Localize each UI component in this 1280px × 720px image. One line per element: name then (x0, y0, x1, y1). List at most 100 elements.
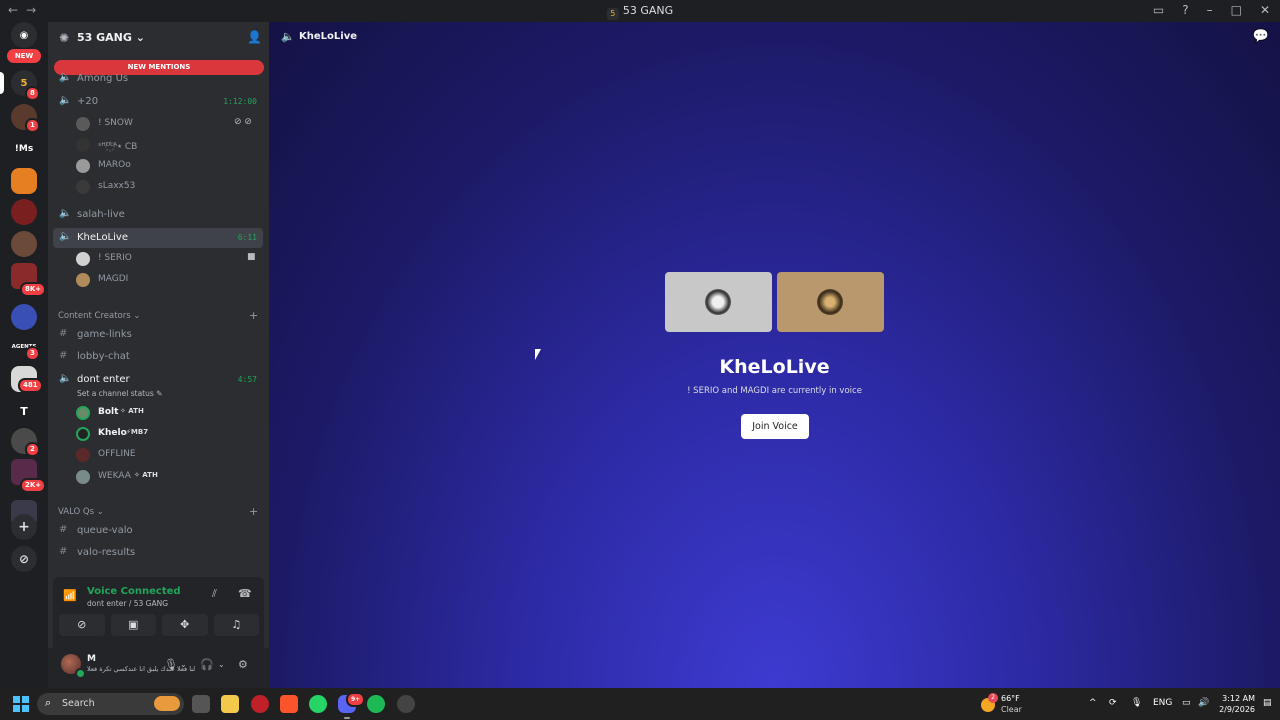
channel-valo-results[interactable]: # valo-results (53, 543, 263, 563)
voice-status-title[interactable]: Voice Connected (87, 586, 181, 597)
soundboard-icon: ♫ (231, 618, 242, 631)
speaker-live-icon: 🔈 (59, 231, 72, 242)
clock-date: 2/9/2026 (1219, 705, 1255, 714)
voice-timer: 6:11 (237, 233, 257, 242)
channel-status[interactable]: Set a channel status ✎ (77, 389, 162, 398)
server-icon-4[interactable] (11, 168, 37, 194)
volume-icon[interactable]: 🔊 (1198, 698, 1209, 708)
avatar (76, 138, 90, 152)
app-icon-red[interactable] (251, 695, 269, 713)
taskbar-search[interactable]: ⌕ Search (37, 693, 184, 715)
chevron-down-icon[interactable]: ⌄ (218, 660, 225, 669)
server-ms[interactable]: !Ms (11, 136, 37, 162)
user-display-name[interactable]: M (87, 654, 96, 664)
chevron-up-icon[interactable]: ^ (1089, 698, 1097, 708)
add-user-icon[interactable]: 👤 (247, 30, 262, 44)
file-explorer-icon[interactable] (221, 695, 239, 713)
server-header[interactable]: ✺ 53 GANG ⌄ 👤 (48, 22, 269, 52)
noise-suppression-icon[interactable]: ⫽ (212, 587, 217, 601)
server-icon-8[interactable] (11, 304, 37, 330)
server-name: 53 GANG ⌄ (77, 31, 145, 44)
minimize-icon[interactable]: – (1207, 3, 1213, 17)
voice-status-channel[interactable]: dont enter / 53 GANG (87, 599, 168, 608)
join-voice-button[interactable]: Join Voice (741, 414, 809, 439)
voice-user[interactable]: ! SNOW ⊘ ⊘ (76, 115, 256, 134)
signal-icon[interactable]: 📶 (63, 589, 77, 602)
channel-dont-enter[interactable]: 🔈 dont enter 4:57 (53, 370, 263, 390)
server-icon-5[interactable] (11, 199, 37, 225)
speaker-icon: 🔈 (59, 72, 72, 83)
selected-indicator (0, 72, 4, 94)
participant-tile-magdi[interactable] (777, 272, 884, 332)
user-settings-icon[interactable]: ⚙ (238, 658, 248, 671)
add-channel-icon[interactable]: + (249, 505, 258, 518)
avatar (76, 159, 90, 173)
channel-plus20[interactable]: 🔈 +20 1:12:00 (53, 92, 263, 112)
clock[interactable]: 3:12 AM 2/9/2026 (1215, 693, 1255, 715)
channel-sidebar: ✺ 53 GANG ⌄ 👤 NEW MENTIONS 🔈 Among Us 🔈 … (48, 22, 269, 688)
server-icon-6[interactable] (11, 231, 37, 257)
server-settings-icon: ✺ (59, 31, 70, 45)
avatar (76, 273, 90, 287)
chat-bubble-icon[interactable]: 💬 (1253, 29, 1269, 44)
screen-share-button[interactable]: ▣ (110, 614, 156, 636)
spotify-icon[interactable] (367, 695, 385, 713)
add-server-icon[interactable]: + (11, 514, 37, 540)
close-icon[interactable]: ✕ (1260, 3, 1270, 17)
start-icon[interactable] (13, 696, 29, 712)
sync-icon[interactable]: ⟳ (1109, 698, 1117, 708)
soundboard-button[interactable]: ♫ (213, 614, 259, 636)
channel-label: dont enter (77, 374, 130, 385)
channel-salah-live[interactable]: 🔈 salah-live (53, 205, 263, 225)
hash-icon: # (59, 350, 68, 361)
voice-channel-subtitle: ! SERIO and MAGDI are currently in voice (687, 386, 862, 396)
avatar (705, 289, 731, 315)
voice-user[interactable]: ! SERIO ■ (76, 250, 256, 269)
chevron-down-icon[interactable]: ⌄ (180, 660, 187, 669)
search-label: Search (62, 698, 95, 709)
headphones-icon[interactable]: 🎧 (200, 658, 214, 671)
new-pill[interactable]: NEW (7, 49, 41, 63)
user-name: WEKAA (98, 471, 131, 481)
discover-icon[interactable]: ⊘ (11, 546, 37, 572)
maximize-icon[interactable]: □ (1231, 3, 1242, 17)
app-icon-gray[interactable] (397, 695, 415, 713)
channel-khelolive[interactable]: 🔈 KheLoLive 6:11 (53, 228, 263, 248)
avatar (76, 406, 90, 420)
whatsapp-icon[interactable] (309, 695, 327, 713)
category-content-creators[interactable]: Content Creators ⌄ (58, 311, 140, 321)
channel-lobby-chat[interactable]: # lobby-chat (53, 347, 263, 367)
user-tag: ✧ ATH (134, 471, 158, 479)
voice-timer: 1:12:00 (223, 97, 257, 106)
activities-button[interactable]: ✥ (162, 614, 208, 636)
channel-among-us[interactable]: 🔈 Among Us (53, 69, 263, 89)
task-view-icon[interactable] (192, 695, 210, 713)
disconnect-icon[interactable]: ☎ (238, 587, 252, 600)
language-indicator[interactable]: ENG (1153, 698, 1172, 708)
add-channel-icon[interactable]: + (249, 309, 258, 322)
server-t[interactable]: T (11, 398, 37, 424)
avatar (817, 289, 843, 315)
category-valo-qs[interactable]: VALO Qs ⌄ (58, 507, 104, 517)
channel-queue-valo[interactable]: # queue-valo (53, 521, 263, 541)
help-icon[interactable]: ? (1182, 3, 1188, 17)
home-icon[interactable]: ◉ (11, 22, 37, 48)
user-name: sLaxx53 (98, 181, 136, 191)
network-icon[interactable]: ▭ (1182, 698, 1191, 708)
inbox-icon[interactable]: ▭ (1153, 3, 1164, 17)
notifications-icon[interactable]: ▤ (1263, 698, 1272, 708)
avatar (76, 470, 90, 484)
mic-tray-icon[interactable]: 🎙 (1131, 698, 1142, 708)
user-name: Bolt (98, 407, 119, 417)
participant-tile-serio[interactable] (665, 272, 772, 332)
brave-icon[interactable] (280, 695, 298, 713)
channel-game-links[interactable]: # game-links (53, 325, 263, 345)
server-badge: 8K+ (20, 282, 47, 297)
user-name: OFFLINE (98, 449, 136, 459)
microphone-icon[interactable]: 🎙 (164, 658, 178, 671)
mouse-cursor (535, 349, 541, 360)
server-badge: 3 (25, 346, 40, 361)
channel-label: lobby-chat (77, 351, 130, 362)
voice-timer: 4:57 (237, 375, 257, 384)
camera-button[interactable]: ⊘ (59, 614, 105, 636)
